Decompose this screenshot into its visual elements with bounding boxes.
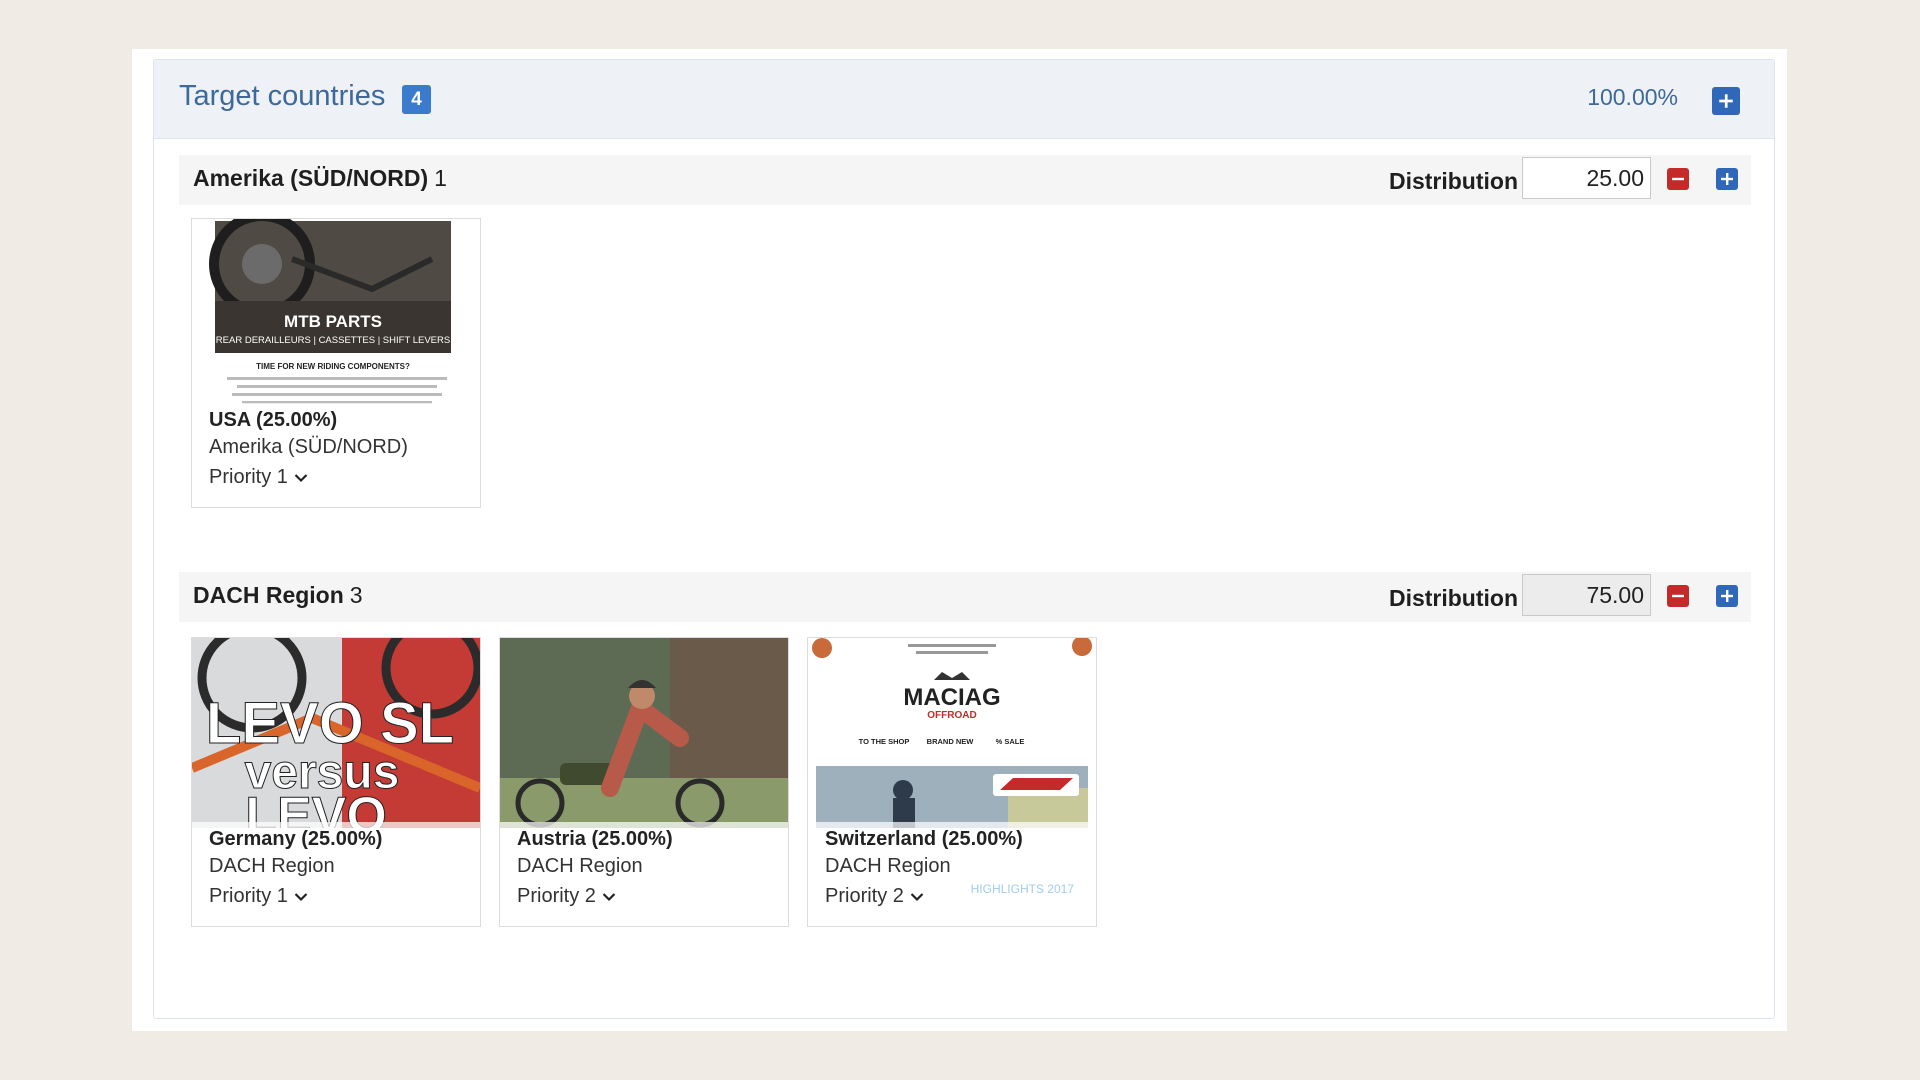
image-headline: MTB PARTS	[284, 312, 382, 331]
plus-icon	[1721, 173, 1733, 185]
priority-dropdown[interactable]: Priority 2	[517, 885, 616, 908]
group-bar-amerika: Amerika (SÜD/NORD) 1 Distribution	[179, 155, 1751, 205]
priority-dropdown[interactable]: Priority 1	[209, 466, 308, 489]
panel-title: Target countries	[179, 80, 386, 112]
priority-label: Priority 1	[209, 885, 288, 907]
plus-icon	[1719, 94, 1733, 108]
distribution-label: Distribution	[1388, 585, 1518, 611]
newsletter-thumbnail	[500, 638, 788, 828]
image-subline: REAR DERAILLEURS | CASSETTES | SHIFT LEV…	[216, 335, 450, 346]
newsletter-thumbnail: LEVO SL versus LEVO	[192, 638, 480, 828]
panel-header: Target countries 4 100.00%	[154, 60, 1774, 139]
priority-label: Priority 2	[517, 885, 596, 907]
country-card-germany[interactable]: LEVO SL versus LEVO Germany (25.00%) DAC…	[191, 637, 481, 927]
card-region: DACH Region	[825, 855, 951, 877]
increase-distribution-button[interactable]	[1716, 585, 1738, 607]
total-percentage: 100.00%	[1587, 84, 1678, 110]
decrease-distribution-button[interactable]	[1667, 168, 1689, 190]
image-nav-new: BRAND NEW	[927, 737, 975, 746]
priority-dropdown[interactable]: Priority 1	[209, 885, 308, 908]
group-count: 1	[434, 165, 447, 191]
distribution-input[interactable]	[1522, 574, 1651, 616]
image-promo: BIKEWEAR	[970, 858, 1074, 879]
group-count: 3	[349, 582, 363, 608]
card-body: Austria (25.00%) DACH Region Priority 2	[500, 822, 788, 926]
image-nav-sale: % SALE	[996, 737, 1025, 746]
card-title: USA (25.00%)	[209, 409, 338, 431]
chevron-down-icon	[294, 473, 308, 482]
chevron-down-icon	[294, 892, 308, 901]
increase-distribution-button[interactable]	[1716, 168, 1738, 190]
distribution-label: Distribution	[1388, 168, 1518, 194]
decrease-distribution-button[interactable]	[1667, 585, 1689, 607]
image-nav-shop: TO THE SHOP	[859, 737, 910, 746]
card-title: Switzerland (25.00%)	[825, 828, 1023, 850]
group-bar-dach: DACH Region 3 Distribution	[179, 572, 1751, 622]
priority-label: Priority 2	[825, 885, 904, 907]
country-card-usa[interactable]: MTB PARTS REAR DERAILLEURS | CASSETTES |…	[191, 218, 481, 508]
country-count-badge: 4	[402, 85, 431, 114]
card-body: Switzerland (25.00%) DACH Region BIKEWEA…	[808, 822, 1096, 926]
country-card-austria[interactable]: Austria (25.00%) DACH Region Priority 2	[499, 637, 789, 927]
group-name: Amerika (SÜD/NORD) 1	[193, 165, 447, 192]
image-tagline: TIME FOR NEW RIDING COMPONENTS?	[256, 362, 410, 371]
card-title: Germany (25.00%)	[209, 828, 383, 850]
priority-label: Priority 1	[209, 466, 288, 488]
card-body: Germany (25.00%) DACH Region Priority 1	[192, 822, 480, 926]
image-promo-sub: HIGHLIGHTS 2017	[970, 882, 1074, 896]
minus-icon	[1672, 594, 1684, 598]
minus-icon	[1672, 177, 1684, 181]
chevron-down-icon	[602, 892, 616, 901]
priority-dropdown[interactable]: Priority 2	[825, 885, 924, 908]
newsletter-thumbnail: MTB PARTS REAR DERAILLEURS | CASSETTES |…	[192, 219, 480, 409]
card-region: Amerika (SÜD/NORD)	[209, 436, 408, 458]
group-name: DACH Region 3	[193, 582, 363, 609]
plus-icon	[1721, 590, 1733, 602]
group-title: Amerika (SÜD/NORD)	[193, 165, 429, 191]
chevron-down-icon	[910, 892, 924, 901]
card-body: USA (25.00%) Amerika (SÜD/NORD) Priority…	[192, 403, 480, 507]
group-title: DACH Region	[193, 582, 344, 608]
image-brand-sub: OFFROAD	[927, 710, 976, 721]
target-countries-panel: Target countries 4 100.00% Amerika (SÜD/…	[153, 59, 1775, 1019]
image-brand: MACIAG	[903, 684, 1000, 711]
content-sheet: Target countries 4 100.00% Amerika (SÜD/…	[132, 49, 1787, 1031]
newsletter-thumbnail: MACIAG OFFROAD TO THE SHOP BRAND NEW % S…	[808, 638, 1096, 828]
country-card-switzerland[interactable]: MACIAG OFFROAD TO THE SHOP BRAND NEW % S…	[807, 637, 1097, 927]
add-group-button[interactable]	[1712, 87, 1740, 115]
card-region: DACH Region	[517, 855, 643, 877]
card-region: DACH Region	[209, 855, 335, 877]
distribution-input[interactable]	[1522, 157, 1651, 199]
card-title: Austria (25.00%)	[517, 828, 673, 850]
